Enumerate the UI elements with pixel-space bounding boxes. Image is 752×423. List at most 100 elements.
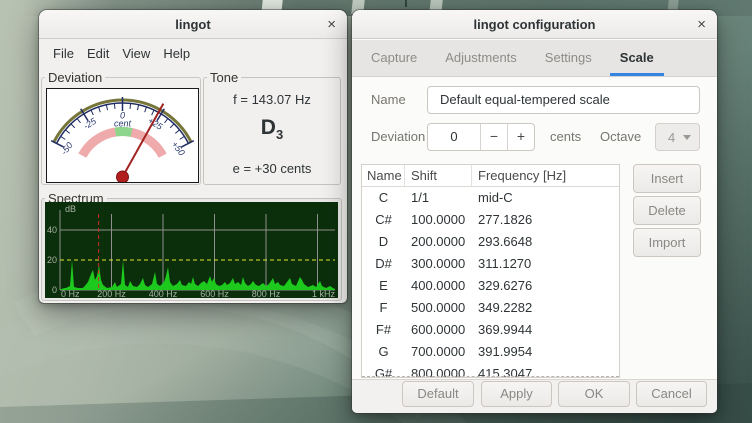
close-icon[interactable]: × xyxy=(697,10,706,39)
name-label: Name xyxy=(371,86,406,114)
cell-shift: 200.0000 xyxy=(405,231,472,253)
svg-text:-25: -25 xyxy=(82,115,99,131)
table-body: C1/1mid-CC#100.0000277.1826D200.0000293.… xyxy=(362,187,619,378)
cell-shift: 100.0000 xyxy=(405,209,472,231)
svg-text:1 kHz: 1 kHz xyxy=(312,289,336,298)
svg-text:600 Hz: 600 Hz xyxy=(200,289,229,298)
cell-shift: 400.0000 xyxy=(405,275,472,297)
octave-dropdown[interactable]: 4 xyxy=(655,123,700,151)
decrement-button[interactable]: − xyxy=(480,124,507,150)
cancel-button[interactable]: Cancel xyxy=(636,381,707,407)
chevron-down-icon xyxy=(683,135,691,140)
deviation-gauge: -50-250+25+50cent xyxy=(46,88,199,183)
svg-text:400 Hz: 400 Hz xyxy=(149,289,178,298)
table-row[interactable]: D#300.0000311.1270 xyxy=(362,253,619,275)
svg-text:+50: +50 xyxy=(170,139,187,157)
octave-label: Octave xyxy=(600,123,641,151)
ok-button[interactable]: OK xyxy=(558,381,630,407)
tab-capture[interactable]: Capture xyxy=(361,40,427,76)
note-value: D3 xyxy=(204,116,340,142)
table-row[interactable]: F#600.0000369.9944 xyxy=(362,319,619,341)
svg-text:200 Hz: 200 Hz xyxy=(97,289,126,298)
deviation-frame: Deviation -50-250+25+50cent xyxy=(41,77,201,185)
svg-text:40: 40 xyxy=(47,225,57,235)
cell-name: F xyxy=(362,297,405,319)
cell-frequency: 415.3047 xyxy=(472,363,619,378)
tab-settings[interactable]: Settings xyxy=(535,40,602,76)
frequency-value: f = 143.07 Hz xyxy=(204,92,340,107)
table-row[interactable]: F500.0000349.2282 xyxy=(362,297,619,319)
cell-shift: 1/1 xyxy=(405,187,472,209)
octave-value: 4 xyxy=(668,130,675,145)
cell-name: C# xyxy=(362,209,405,231)
svg-text:-50: -50 xyxy=(59,140,75,156)
tab-scale[interactable]: Scale xyxy=(610,40,664,76)
cell-shift: 800.0000 xyxy=(405,363,472,378)
cell-shift: 700.0000 xyxy=(405,341,472,363)
apply-button[interactable]: Apply xyxy=(481,381,552,407)
scale-table: NameShiftFrequency [Hz] C1/1mid-CC#100.0… xyxy=(361,164,620,378)
cell-name: E xyxy=(362,275,405,297)
table-row[interactable]: C1/1mid-C xyxy=(362,187,619,209)
column-header-shift[interactable]: Shift xyxy=(405,165,472,186)
deviation-label: Deviation xyxy=(371,123,425,151)
menu-edit[interactable]: Edit xyxy=(86,44,110,63)
cell-frequency: 349.2282 xyxy=(472,297,619,319)
background-mark xyxy=(405,0,407,7)
cell-shift: 300.0000 xyxy=(405,253,472,275)
svg-text:800 Hz: 800 Hz xyxy=(252,289,281,298)
deviation-value[interactable]: 0 xyxy=(428,124,480,150)
window-title: lingot xyxy=(175,17,210,32)
svg-text:dB: dB xyxy=(65,204,76,214)
error-value: e = +30 cents xyxy=(204,161,340,176)
table-row[interactable]: E400.0000329.6276 xyxy=(362,275,619,297)
window-title: lingot configuration xyxy=(473,17,595,32)
cents-label: cents xyxy=(550,123,581,151)
titlebar[interactable]: lingot × xyxy=(39,10,347,39)
table-row[interactable]: D200.0000293.6648 xyxy=(362,231,619,253)
spectrum-plot: dB402000 Hz200 Hz400 Hz600 Hz800 Hz1 kHz xyxy=(45,202,338,298)
increment-button[interactable]: + xyxy=(507,124,534,150)
cell-name: D# xyxy=(362,253,405,275)
cell-name: D xyxy=(362,231,405,253)
menu-help[interactable]: Help xyxy=(162,44,191,63)
titlebar[interactable]: lingot configuration × xyxy=(352,10,717,39)
table-row[interactable]: C#100.0000277.1826 xyxy=(362,209,619,231)
import-button[interactable]: Import xyxy=(633,228,701,257)
spectrum-frame: Spectrum dB402000 Hz200 Hz400 Hz600 Hz80… xyxy=(41,198,342,301)
table-row[interactable]: G700.0000391.9954 xyxy=(362,341,619,363)
table-header: NameShiftFrequency [Hz] xyxy=(362,165,619,187)
lingot-window: lingot × File Edit View Help Deviation -50-… xyxy=(39,10,347,303)
svg-text:20: 20 xyxy=(47,255,57,265)
lingot-configuration-window: lingot configuration × CaptureAdjustment… xyxy=(352,10,717,413)
cell-shift: 500.0000 xyxy=(405,297,472,319)
column-header-frequency[interactable]: Frequency [Hz] xyxy=(472,165,619,186)
close-icon[interactable]: × xyxy=(327,10,336,39)
tone-frame: Tone f = 143.07 Hz D3 e = +30 cents xyxy=(203,77,341,185)
cell-name: G# xyxy=(362,363,405,378)
default-button[interactable]: Default xyxy=(402,381,474,407)
cell-frequency: mid-C xyxy=(472,187,619,209)
deviation-spinner: 0 − + xyxy=(427,123,535,151)
cell-frequency: 369.9944 xyxy=(472,319,619,341)
cell-name: F# xyxy=(362,319,405,341)
tone-frame-label: Tone xyxy=(207,70,241,85)
tab-strip: CaptureAdjustmentsSettingsScale xyxy=(352,40,717,77)
cell-frequency: 329.6276 xyxy=(472,275,619,297)
table-row[interactable]: G#800.0000415.3047 xyxy=(362,363,619,378)
deviation-frame-label: Deviation xyxy=(45,70,105,85)
insert-button[interactable]: Insert xyxy=(633,164,701,193)
cell-frequency: 293.6648 xyxy=(472,231,619,253)
cell-shift: 600.0000 xyxy=(405,319,472,341)
cell-name: G xyxy=(362,341,405,363)
scale-name-input[interactable]: Default equal-tempered scale xyxy=(427,86,700,114)
menubar: File Edit View Help xyxy=(39,40,347,67)
menu-view[interactable]: View xyxy=(121,44,151,63)
tab-adjustments[interactable]: Adjustments xyxy=(435,40,527,76)
svg-text:cent: cent xyxy=(114,118,132,128)
delete-button[interactable]: Delete xyxy=(633,196,701,225)
cell-name: C xyxy=(362,187,405,209)
cell-frequency: 277.1826 xyxy=(472,209,619,231)
menu-file[interactable]: File xyxy=(52,44,75,63)
column-header-name[interactable]: Name xyxy=(362,165,405,186)
